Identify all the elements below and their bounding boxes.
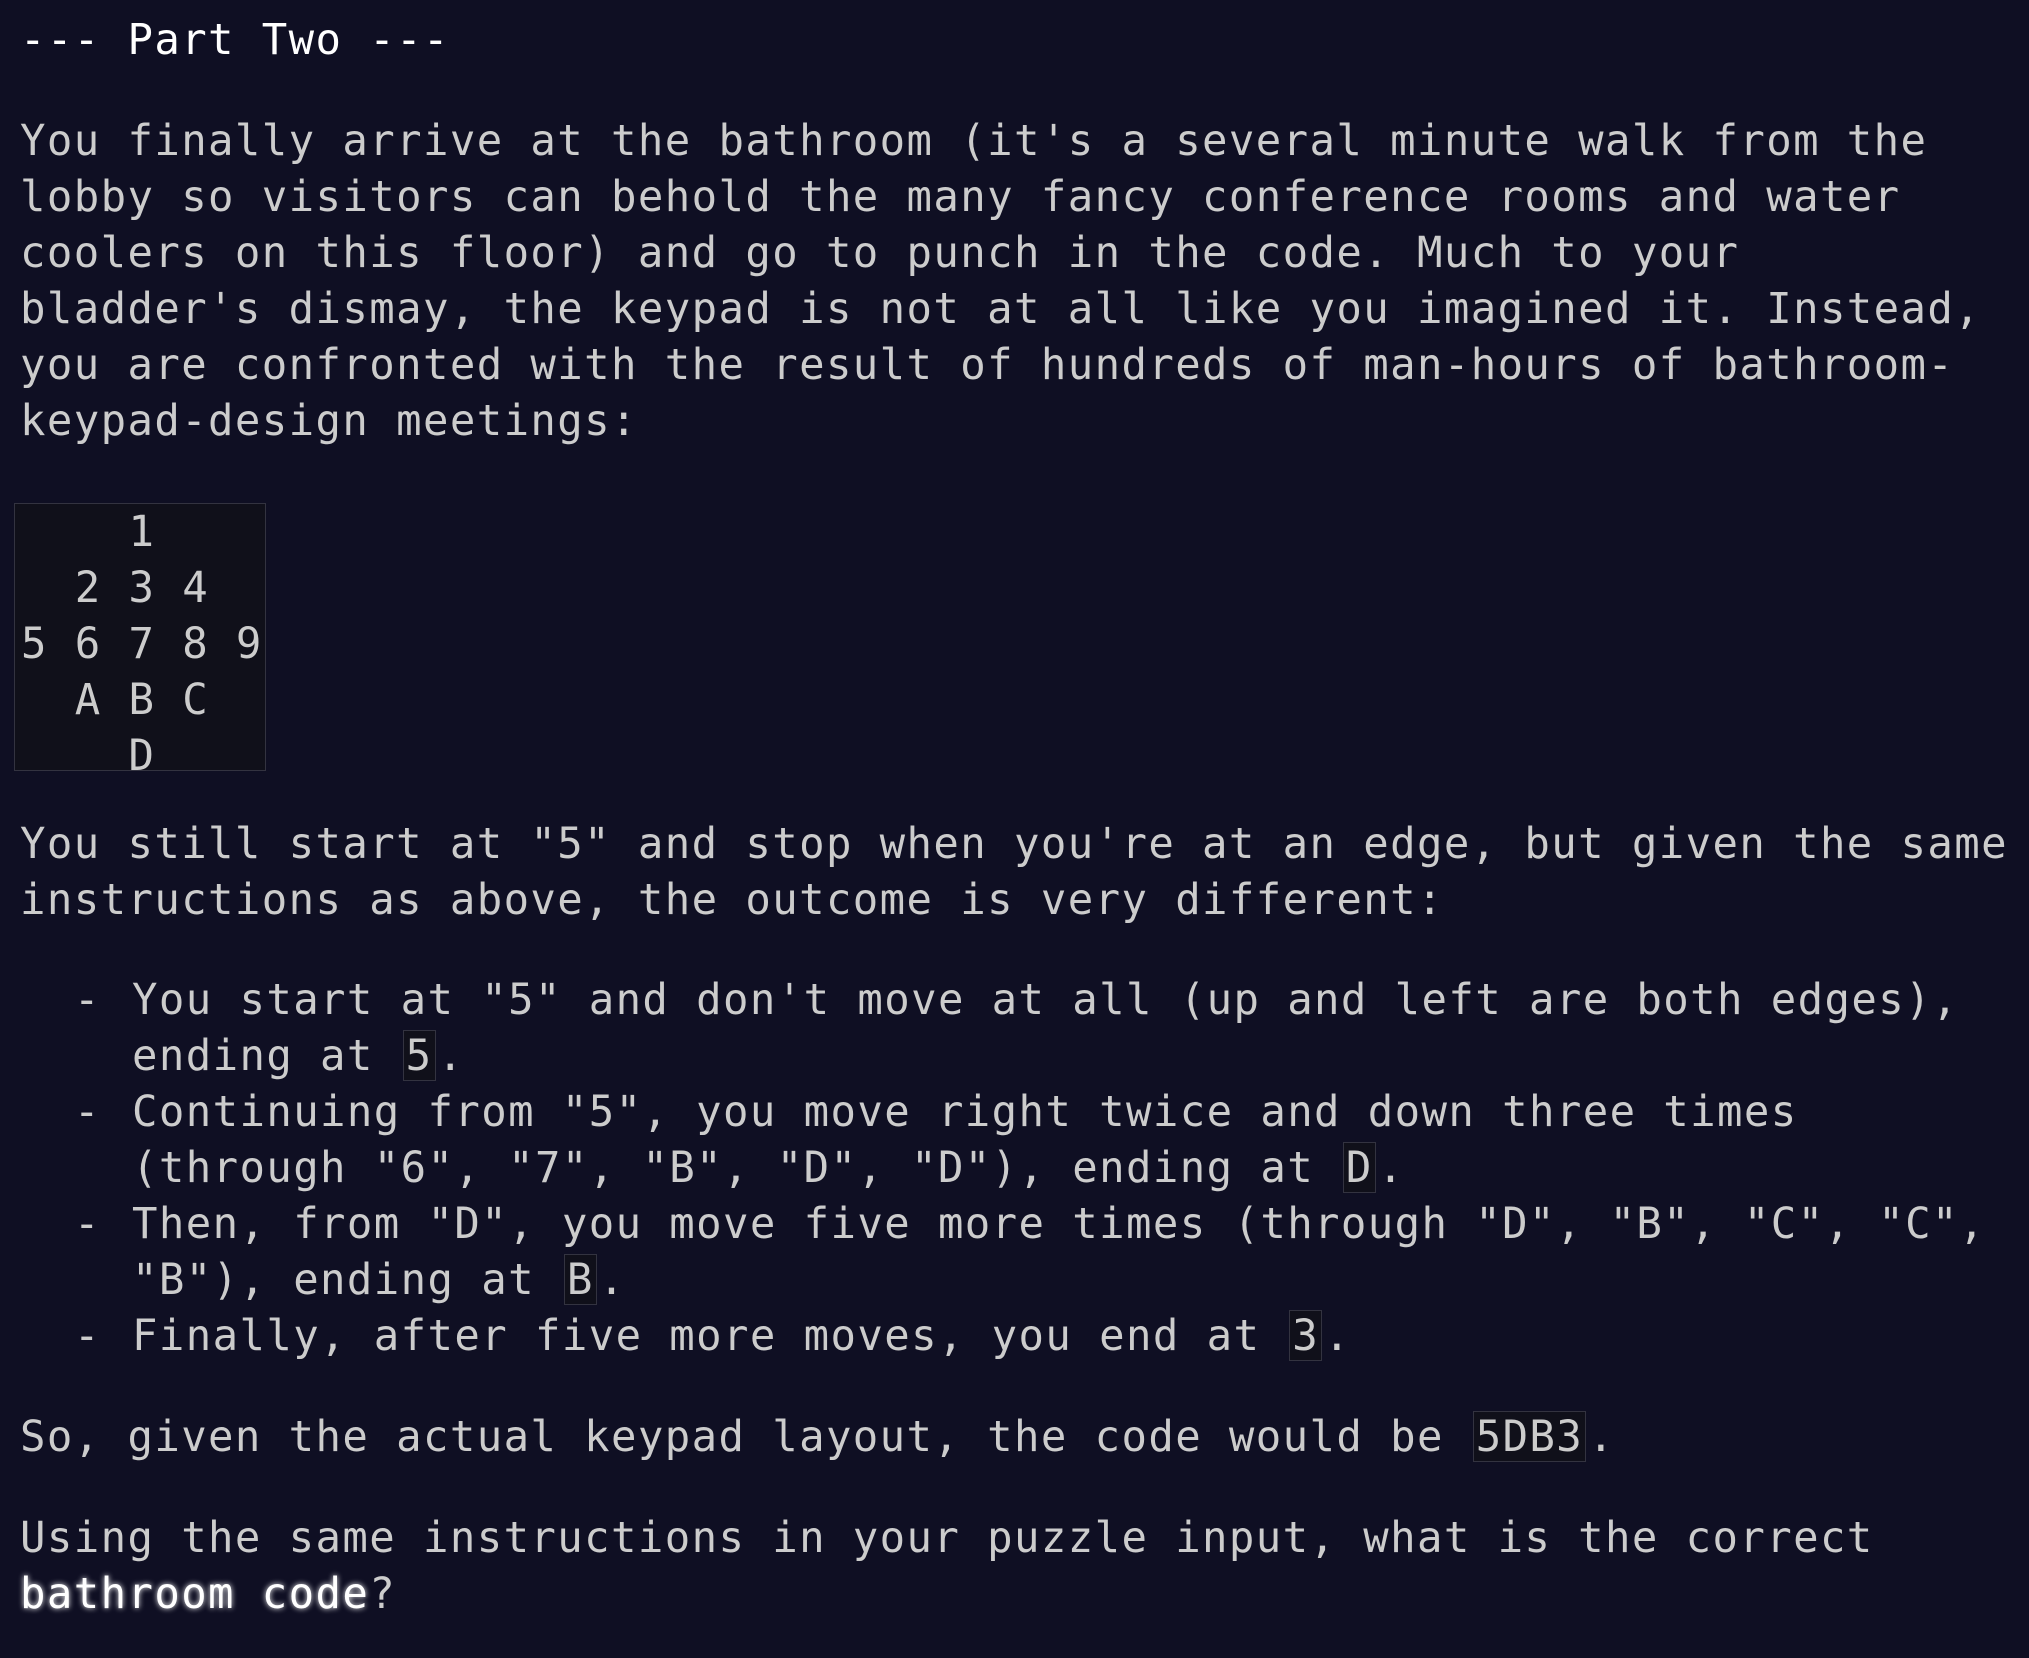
question-tail: ? [369,1569,397,1618]
conclusion-text: So, given the actual keypad layout, the … [20,1412,1471,1461]
list-item: - You start at "5" and don't move at all … [20,972,2010,1084]
keypad-row: 2 3 4 [21,563,263,612]
inline-code: D [1342,1142,1376,1193]
list-dash: - [74,1311,101,1360]
conclusion-paragraph: So, given the actual keypad layout, the … [20,1409,2015,1465]
list-item: - Then, from "D", you move five more time… [20,1196,2010,1308]
conclusion-tail: . [1588,1412,1616,1461]
list-item: - Continuing from "5", you move right twi… [20,1084,2010,1196]
inline-code: 5 [402,1030,436,1081]
keypad-row: 5 6 7 8 9 [21,619,263,668]
list-item-tail: . [1324,1311,1351,1360]
keypad-row: 1 [21,507,263,556]
example-steps-list: - You start at "5" and don't move at all … [20,972,2010,1364]
intro-paragraph: You finally arrive at the bathroom (it's… [20,116,1982,445]
list-item-text: Finally, after five more moves, you end … [132,1311,1288,1360]
keypad-diagram: 1 2 3 4 5 6 7 8 9 A B C D [14,503,266,780]
list-dash: - [74,1199,101,1248]
list-item-tail: . [437,1031,465,1080]
question-paragraph: Using the same instructions in your puzz… [20,1510,1920,1622]
list-item-tail: . [1377,1143,1405,1192]
inline-code: B [563,1254,597,1305]
answer-code: 5DB3 [1472,1411,1587,1462]
list-item-text: Continuing from "5", you move right twic… [132,1087,1798,1192]
list-dash: - [74,975,101,1024]
list-item-tail: . [598,1255,626,1304]
part-two-heading: --- Part Two --- [20,15,450,64]
question-text: Using the same instructions in your puzz… [20,1513,1874,1562]
keypad-row: D [21,731,263,780]
keypad-row: A B C [21,675,263,724]
list-item: - Finally, after five more moves, you end… [20,1308,2010,1364]
list-item-text: Then, from "D", you move five more times… [132,1199,1986,1304]
puzzle-article: --- Part Two --- You finally arrive at t… [14,12,2015,1622]
second-paragraph: You still start at "5" and stop when you… [20,819,2009,924]
list-dash: - [74,1087,101,1136]
question-highlight: bathroom code [20,1569,370,1618]
inline-code: 3 [1289,1310,1323,1361]
